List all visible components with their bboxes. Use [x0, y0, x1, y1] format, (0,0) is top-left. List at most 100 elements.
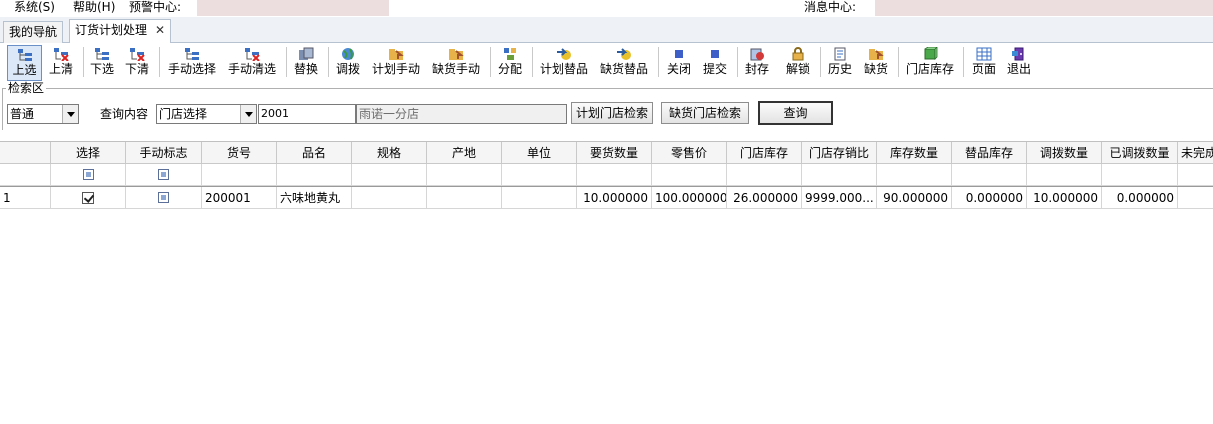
store-select[interactable]: 门店选择: [156, 104, 257, 124]
column-header-unfinished[interactable]: 未完成: [1178, 142, 1213, 164]
cell-item-no[interactable]: 200001: [202, 187, 277, 209]
column-header-spec[interactable]: 规格: [352, 142, 427, 164]
cell-stock-qty[interactable]: 90.000000: [877, 187, 952, 209]
toolbar-separator: [159, 47, 160, 77]
column-header-order-qty[interactable]: 要货数量: [577, 142, 652, 164]
cell-stock-sales-ratio[interactable]: 9999.000...: [802, 187, 877, 209]
store-stock-button[interactable]: 门店库存: [904, 45, 956, 81]
chevron-down-icon[interactable]: [240, 105, 256, 123]
unlock-button[interactable]: 解锁: [783, 45, 813, 81]
cell-retail-price[interactable]: 100.000000: [652, 187, 727, 209]
search-mode-select[interactable]: 普通: [7, 104, 79, 124]
row-select-checkbox[interactable]: [51, 187, 126, 209]
cell-store-stock[interactable]: 26.000000: [727, 187, 802, 209]
message-center-field[interactable]: [875, 0, 1213, 16]
cell-transferred-qty[interactable]: 0.000000: [1102, 187, 1178, 209]
manual-flag-checkbox-icon[interactable]: [158, 192, 169, 203]
toolbar-separator: [490, 47, 491, 77]
filter-cell[interactable]: [727, 164, 802, 186]
column-header-stock-sales-ratio[interactable]: 门店存销比: [802, 142, 877, 164]
shortage-manual-button[interactable]: 缺货手动: [430, 45, 482, 81]
filter-cell[interactable]: [277, 164, 352, 186]
store-code-input[interactable]: 2001: [258, 104, 356, 124]
history-button[interactable]: 历史: [825, 45, 855, 81]
filter-cell[interactable]: [1027, 164, 1102, 186]
filter-checkbox-icon[interactable]: [82, 169, 94, 180]
cell-unfinished[interactable]: [1178, 187, 1213, 209]
tab-label: 我的导航: [9, 25, 58, 39]
column-header-name[interactable]: 品名: [277, 142, 352, 164]
column-header-substitute-stock[interactable]: 替品库存: [952, 142, 1027, 164]
transfer-button[interactable]: 调拨: [333, 45, 363, 81]
query-button[interactable]: 查询: [758, 101, 833, 125]
seal-icon: [749, 47, 765, 61]
filter-checkbox-icon[interactable]: [158, 169, 169, 180]
close-order-button[interactable]: 关闭: [664, 45, 694, 81]
column-header-transferred-qty[interactable]: 已调拨数量: [1102, 142, 1178, 164]
plan-manual-button[interactable]: 计划手动: [370, 45, 422, 81]
filter-cell[interactable]: [802, 164, 877, 186]
chevron-down-icon[interactable]: [62, 105, 78, 123]
alert-center-field[interactable]: [197, 0, 389, 16]
shortage-substitute-button[interactable]: 缺货替品: [598, 45, 650, 81]
column-header-origin[interactable]: 产地: [427, 142, 502, 164]
column-header-item-no[interactable]: 货号: [202, 142, 277, 164]
seal-button[interactable]: 封存: [742, 45, 772, 81]
toolbar-label: 缺货替品: [599, 62, 648, 76]
shortage-store-search-button[interactable]: 缺货门店检索: [661, 102, 749, 124]
filter-cell[interactable]: [877, 164, 952, 186]
column-header-manual-flag[interactable]: 手动标志: [126, 142, 202, 164]
filter-cell-manual-flag[interactable]: [126, 164, 202, 186]
submit-button[interactable]: 提交: [700, 45, 730, 81]
shortage-button[interactable]: 缺货: [861, 45, 891, 81]
cell-origin[interactable]: [427, 187, 502, 209]
page-button[interactable]: 页面: [969, 45, 999, 81]
menu-bar: 系统(S) 帮助(H) 预警中心: 消息中心:: [0, 0, 1213, 16]
menu-help[interactable]: 帮助(H): [73, 0, 115, 16]
clear-down-button[interactable]: 下清: [122, 45, 152, 81]
close-icon[interactable]: ✕: [155, 20, 165, 40]
select-down-button[interactable]: 下选: [87, 45, 117, 81]
column-header-stock-qty[interactable]: 库存数量: [877, 142, 952, 164]
row-manual-flag[interactable]: [126, 187, 202, 209]
plan-substitute-button[interactable]: 计划替品: [538, 45, 590, 81]
filter-cell[interactable]: [502, 164, 577, 186]
column-header-select[interactable]: 选择: [51, 142, 126, 164]
filter-cell[interactable]: [352, 164, 427, 186]
allocate-button[interactable]: 分配: [495, 45, 525, 81]
column-header-retail-price[interactable]: 零售价: [652, 142, 727, 164]
cell-order-qty[interactable]: 10.000000: [577, 187, 652, 209]
tab-order-plan[interactable]: 订货计划处理 ✕: [69, 19, 172, 44]
manual-select-button[interactable]: 手动选择: [166, 45, 218, 81]
filter-cell[interactable]: [652, 164, 727, 186]
exit-button[interactable]: 退出: [1004, 45, 1034, 81]
filter-cell-select[interactable]: [51, 164, 126, 186]
clear-up-button[interactable]: 上清: [46, 45, 76, 81]
check-icon[interactable]: [82, 191, 94, 204]
filter-cell[interactable]: [577, 164, 652, 186]
replace-icon: [298, 47, 314, 61]
cell-spec[interactable]: [352, 187, 427, 209]
alert-center-label: 预警中心:: [129, 0, 182, 14]
menu-system[interactable]: 系统(S): [14, 0, 55, 16]
toolbar-label: 调拨: [335, 62, 360, 76]
plan-store-search-button[interactable]: 计划门店检索: [571, 102, 653, 124]
column-header-unit[interactable]: 单位: [502, 142, 577, 164]
square-icon: [707, 47, 723, 61]
filter-cell[interactable]: [427, 164, 502, 186]
cell-name[interactable]: 六味地黄丸: [277, 187, 352, 209]
filter-cell[interactable]: [1102, 164, 1178, 186]
column-header-store-stock[interactable]: 门店库存: [727, 142, 802, 164]
manual-clear-button[interactable]: 手动清选: [226, 45, 278, 81]
cell-transfer-qty[interactable]: 10.000000: [1027, 187, 1102, 209]
cell-unit[interactable]: [502, 187, 577, 209]
cell-substitute-stock[interactable]: 0.000000: [952, 187, 1027, 209]
replace-button[interactable]: 替换: [291, 45, 321, 81]
filter-cell[interactable]: [1178, 164, 1213, 186]
tab-my-navigation[interactable]: 我的导航: [3, 21, 64, 43]
filter-cell[interactable]: [202, 164, 277, 186]
select-up-button[interactable]: 上选: [7, 45, 42, 81]
column-header-transfer-qty[interactable]: 调拨数量: [1027, 142, 1102, 164]
toolbar-separator: [898, 47, 899, 77]
filter-cell[interactable]: [952, 164, 1027, 186]
